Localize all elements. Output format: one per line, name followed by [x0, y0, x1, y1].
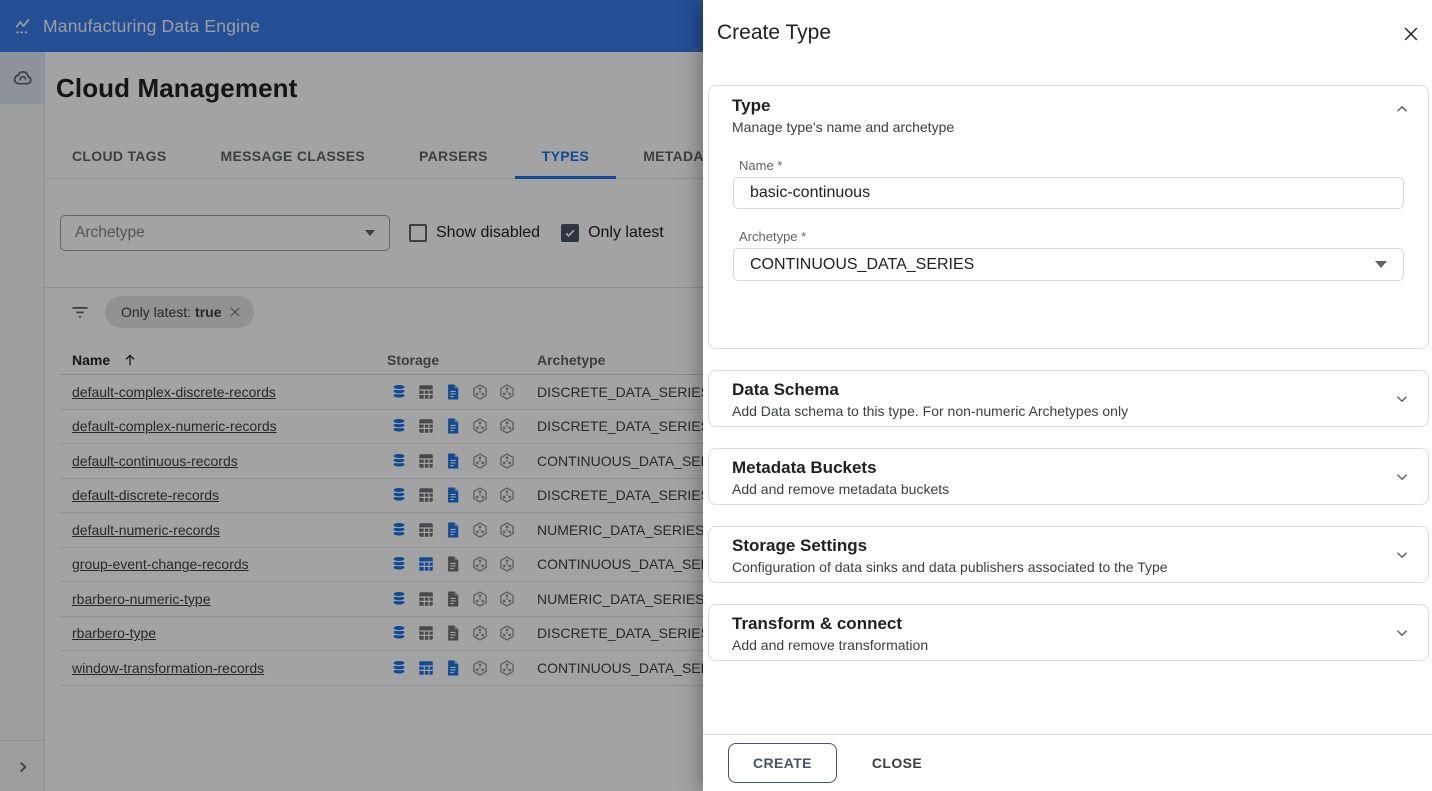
chevron-up-icon[interactable] — [1393, 100, 1411, 118]
section-data-schema[interactable]: Data Schema Add Data schema to this type… — [708, 370, 1429, 427]
archetype-field-group: Archetype * CONTINUOUS_DATA_SERIES — [733, 229, 1404, 281]
drawer-header: Create Type — [703, 0, 1432, 85]
section-title: Storage Settings — [732, 536, 868, 555]
name-input-value: basic-continuous — [750, 184, 871, 201]
section-title: Metadata Buckets — [732, 458, 877, 477]
chevron-down-icon[interactable] — [1393, 468, 1411, 486]
create-type-drawer: Create Type Type Manage type's name and … — [703, 0, 1432, 791]
drawer-title: Create Type — [717, 21, 832, 44]
section-title: Transform & connect — [732, 614, 903, 633]
section-type: Type Manage type's name and archetype Na… — [708, 85, 1429, 349]
chevron-down-icon[interactable] — [1393, 546, 1411, 564]
chevron-down-icon[interactable] — [1393, 624, 1411, 642]
drawer-sections: Type Manage type's name and archetype Na… — [708, 85, 1429, 661]
section-subtitle: Add Data schema to this type. For non-nu… — [732, 403, 1129, 419]
close-button[interactable]: CLOSE — [872, 755, 922, 771]
drawer-footer: CREATE CLOSE — [703, 734, 1432, 791]
section-storage-settings[interactable]: Storage Settings Configuration of data s… — [708, 526, 1429, 583]
close-icon — [1401, 24, 1421, 44]
name-field-group: Name * basic-continuous — [733, 158, 1404, 209]
section-title: Type — [732, 96, 771, 115]
name-input[interactable]: basic-continuous — [733, 177, 1404, 209]
section-type-header[interactable]: Type Manage type's name and archetype — [709, 86, 1428, 136]
drawer-close-button[interactable] — [1401, 24, 1423, 46]
name-field-label: Name * — [739, 158, 783, 173]
screen: Manufacturing Data Engine Cloud Manageme… — [0, 0, 1432, 791]
chevron-down-icon[interactable] — [1393, 390, 1411, 408]
archetype-select[interactable]: CONTINUOUS_DATA_SERIES — [733, 248, 1404, 281]
caret-down-icon — [1375, 261, 1387, 268]
archetype-field-label: Archetype * — [739, 229, 807, 244]
section-metadata-buckets[interactable]: Metadata Buckets Add and remove metadata… — [708, 448, 1429, 505]
section-subtitle: Add and remove metadata buckets — [732, 481, 950, 497]
section-transform-connect[interactable]: Transform & connect Add and remove trans… — [708, 604, 1429, 661]
section-subtitle: Manage type's name and archetype — [732, 119, 955, 135]
create-button[interactable]: CREATE — [728, 743, 837, 783]
section-title: Data Schema — [732, 380, 839, 399]
archetype-select-value: CONTINUOUS_DATA_SERIES — [750, 255, 975, 273]
section-subtitle: Add and remove transformation — [732, 637, 929, 653]
section-subtitle: Configuration of data sinks and data pub… — [732, 559, 1168, 575]
